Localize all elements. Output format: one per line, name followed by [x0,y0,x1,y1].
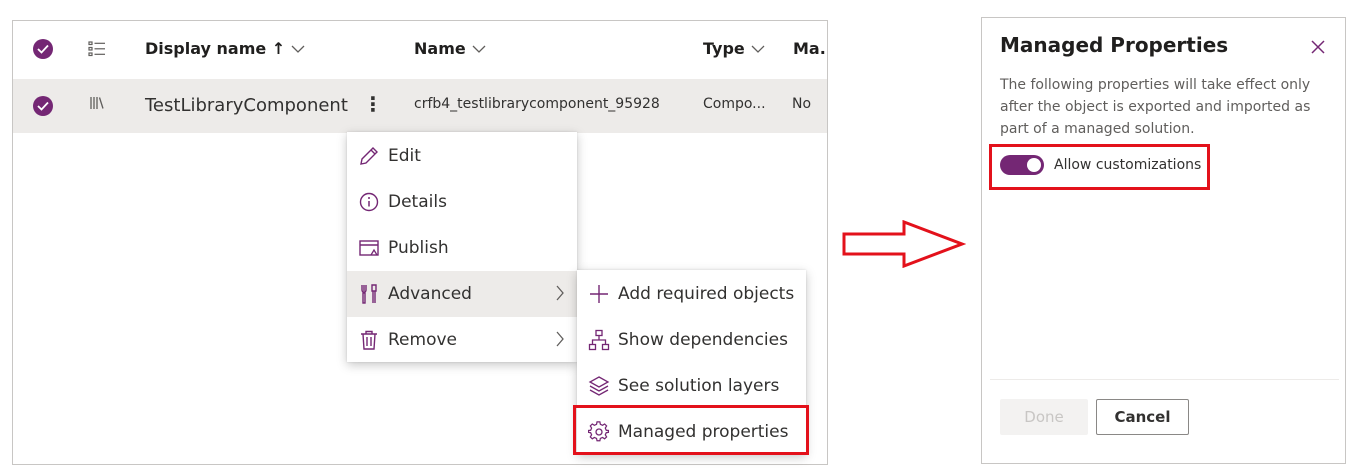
gear-icon [586,419,612,445]
info-icon [356,189,382,215]
chevron-down-icon [751,45,765,53]
table-row[interactable]: TestLibraryComponent ⋮ crfb4_testlibrary… [13,79,827,133]
panel-description: The following properties will take effec… [1000,77,1311,137]
column-header-display-name[interactable]: Display name ↑ [145,39,305,58]
more-options-icon[interactable]: ⋮ [363,92,383,116]
trash-icon [356,327,382,353]
cancel-button[interactable]: Cancel [1096,399,1189,435]
managed-properties-panel: Managed Properties The following propert… [981,17,1346,464]
library-icon [90,97,104,109]
menu-item-add-required-objects[interactable]: Add required objects [577,271,806,317]
panel-divider [990,379,1339,380]
column-header-managed[interactable]: Ma... [793,39,827,58]
chevron-down-icon [472,45,486,53]
pencil-icon [356,143,382,169]
row-display-name[interactable]: TestLibraryComponent [145,95,348,116]
toggle-knob [1027,158,1041,172]
context-menu: Edit Details Publish Advanced Remove [347,132,577,362]
tools-icon [356,281,382,307]
layers-icon [586,373,612,399]
chevron-down-icon [291,45,305,53]
row-managed: No [792,96,812,112]
allow-customizations-toggle[interactable] [1000,155,1044,175]
chevron-right-icon [556,331,564,347]
menu-item-show-dependencies[interactable]: Show dependencies [577,317,806,363]
publish-icon [356,235,382,261]
advanced-submenu: Add required objects Show dependencies S… [577,270,806,454]
chevron-right-icon [556,285,564,301]
checkmark-icon [37,101,49,111]
row-type: Compo... [703,96,766,112]
allow-customizations-row: Allow customizations [1000,155,1201,175]
allow-customizations-label: Allow customizations [1054,157,1202,173]
panel-title: Managed Properties [1000,33,1229,57]
grid-header: Display name ↑ Name Type Ma... [13,21,827,79]
transition-arrow-icon [842,220,966,268]
row-checkbox[interactable] [33,96,53,116]
checkmark-icon [37,44,49,54]
plus-icon [586,281,612,307]
column-header-type[interactable]: Type [703,39,765,58]
column-header-name[interactable]: Name [414,39,486,58]
menu-item-managed-properties[interactable]: Managed properties [577,409,806,455]
menu-item-edit[interactable]: Edit [347,133,577,179]
menu-item-see-solution-layers[interactable]: See solution layers [577,363,806,409]
list-view-icon[interactable] [88,41,106,57]
menu-item-remove[interactable]: Remove [347,317,577,363]
hierarchy-icon [586,327,612,353]
select-all-checkbox[interactable] [33,39,53,59]
close-icon[interactable] [1309,38,1327,56]
done-button[interactable]: Done [1000,399,1088,435]
menu-item-advanced[interactable]: Advanced [347,271,577,317]
menu-item-publish[interactable]: Publish [347,225,577,271]
menu-item-details[interactable]: Details [347,179,577,225]
row-name: crfb4_testlibrarycomponent_95928 [414,96,660,112]
